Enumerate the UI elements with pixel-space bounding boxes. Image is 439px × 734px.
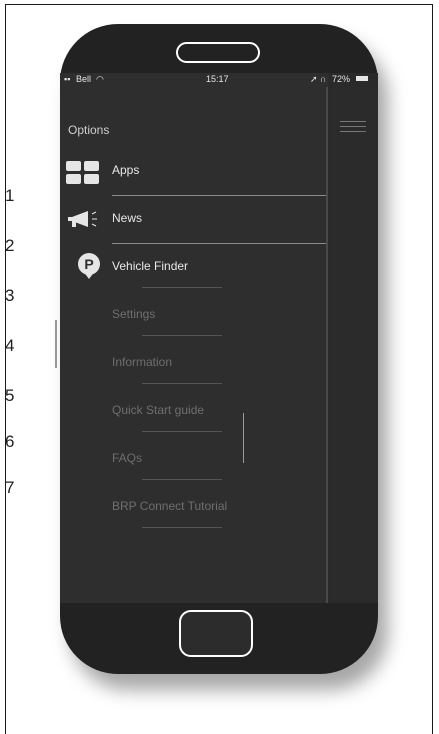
clock-label: 15:17 bbox=[206, 74, 229, 84]
content-strip bbox=[330, 87, 378, 603]
menu-header: Options bbox=[68, 123, 110, 137]
menu-item-label: BRP Connect Tutorial bbox=[112, 499, 228, 513]
headphones-icon: ∩ bbox=[320, 74, 327, 84]
item-underline bbox=[112, 195, 326, 196]
status-bar: ▪▪ Bell ◠ 15:17 ➚ ∩ 72% bbox=[60, 73, 378, 87]
scroll-indicator bbox=[243, 413, 244, 463]
hamburger-menu-icon[interactable] bbox=[340, 121, 366, 136]
menu-item-brp-connect-tutorial[interactable]: BRP Connect Tutorial bbox=[60, 487, 326, 528]
callout-2: 2 bbox=[5, 236, 15, 255]
menu-item-quick-start-guide[interactable]: Quick Start guide bbox=[60, 391, 326, 432]
menu-item-label: Apps bbox=[112, 163, 140, 177]
apps-grid-icon bbox=[66, 161, 100, 185]
menu-item-label: Vehicle Finder bbox=[112, 259, 189, 273]
menu-separator bbox=[142, 335, 222, 336]
menu-item-information[interactable]: Information bbox=[60, 343, 326, 384]
battery-icon bbox=[356, 76, 368, 81]
menu-item-vehicle-finder[interactable]: P Vehicle Finder bbox=[60, 247, 326, 288]
carrier-label: Bell bbox=[76, 74, 92, 84]
wifi-icon: ◠ bbox=[96, 74, 104, 84]
phone-screen: ▪▪ Bell ◠ 15:17 ➚ ∩ 72% Options Apps New… bbox=[60, 73, 378, 603]
menu-item-label: FAQs bbox=[112, 451, 143, 465]
menu-separator bbox=[142, 287, 222, 288]
callout-1: 1 bbox=[5, 186, 15, 205]
menu-item-label: News bbox=[112, 211, 143, 225]
pin-tail bbox=[83, 271, 95, 279]
menu-item-apps[interactable]: Apps bbox=[60, 151, 326, 191]
item-underline bbox=[112, 243, 326, 244]
callout-6: 6 bbox=[5, 432, 15, 451]
battery-label: 72% bbox=[332, 74, 351, 84]
menu-separator bbox=[142, 383, 222, 384]
signal-icon: ▪▪ bbox=[64, 74, 71, 84]
callout-4: 4 bbox=[5, 336, 15, 355]
menu-divider bbox=[326, 87, 328, 603]
phone-device: ▪▪ Bell ◠ 15:17 ➚ ∩ 72% Options Apps New… bbox=[60, 24, 378, 674]
menu-separator bbox=[142, 479, 222, 480]
menu-item-settings[interactable]: Settings bbox=[60, 295, 326, 336]
menu-item-label: Information bbox=[112, 355, 173, 369]
side-button-mark bbox=[55, 320, 57, 368]
menu-item-faqs[interactable]: FAQs bbox=[60, 439, 326, 480]
megaphone-icon bbox=[68, 211, 97, 227]
menu-separator bbox=[142, 527, 222, 528]
menu-item-label: Quick Start guide bbox=[112, 403, 205, 417]
home-button[interactable] bbox=[179, 610, 253, 657]
callout-7: 7 bbox=[5, 478, 15, 497]
speaker-slot bbox=[176, 42, 260, 63]
callout-5: 5 bbox=[5, 386, 15, 405]
menu-item-label: Settings bbox=[112, 307, 156, 321]
callout-3: 3 bbox=[5, 286, 15, 305]
menu-separator bbox=[142, 431, 222, 432]
menu-item-news[interactable]: News bbox=[60, 199, 326, 239]
location-icon: ➚ bbox=[310, 74, 318, 84]
